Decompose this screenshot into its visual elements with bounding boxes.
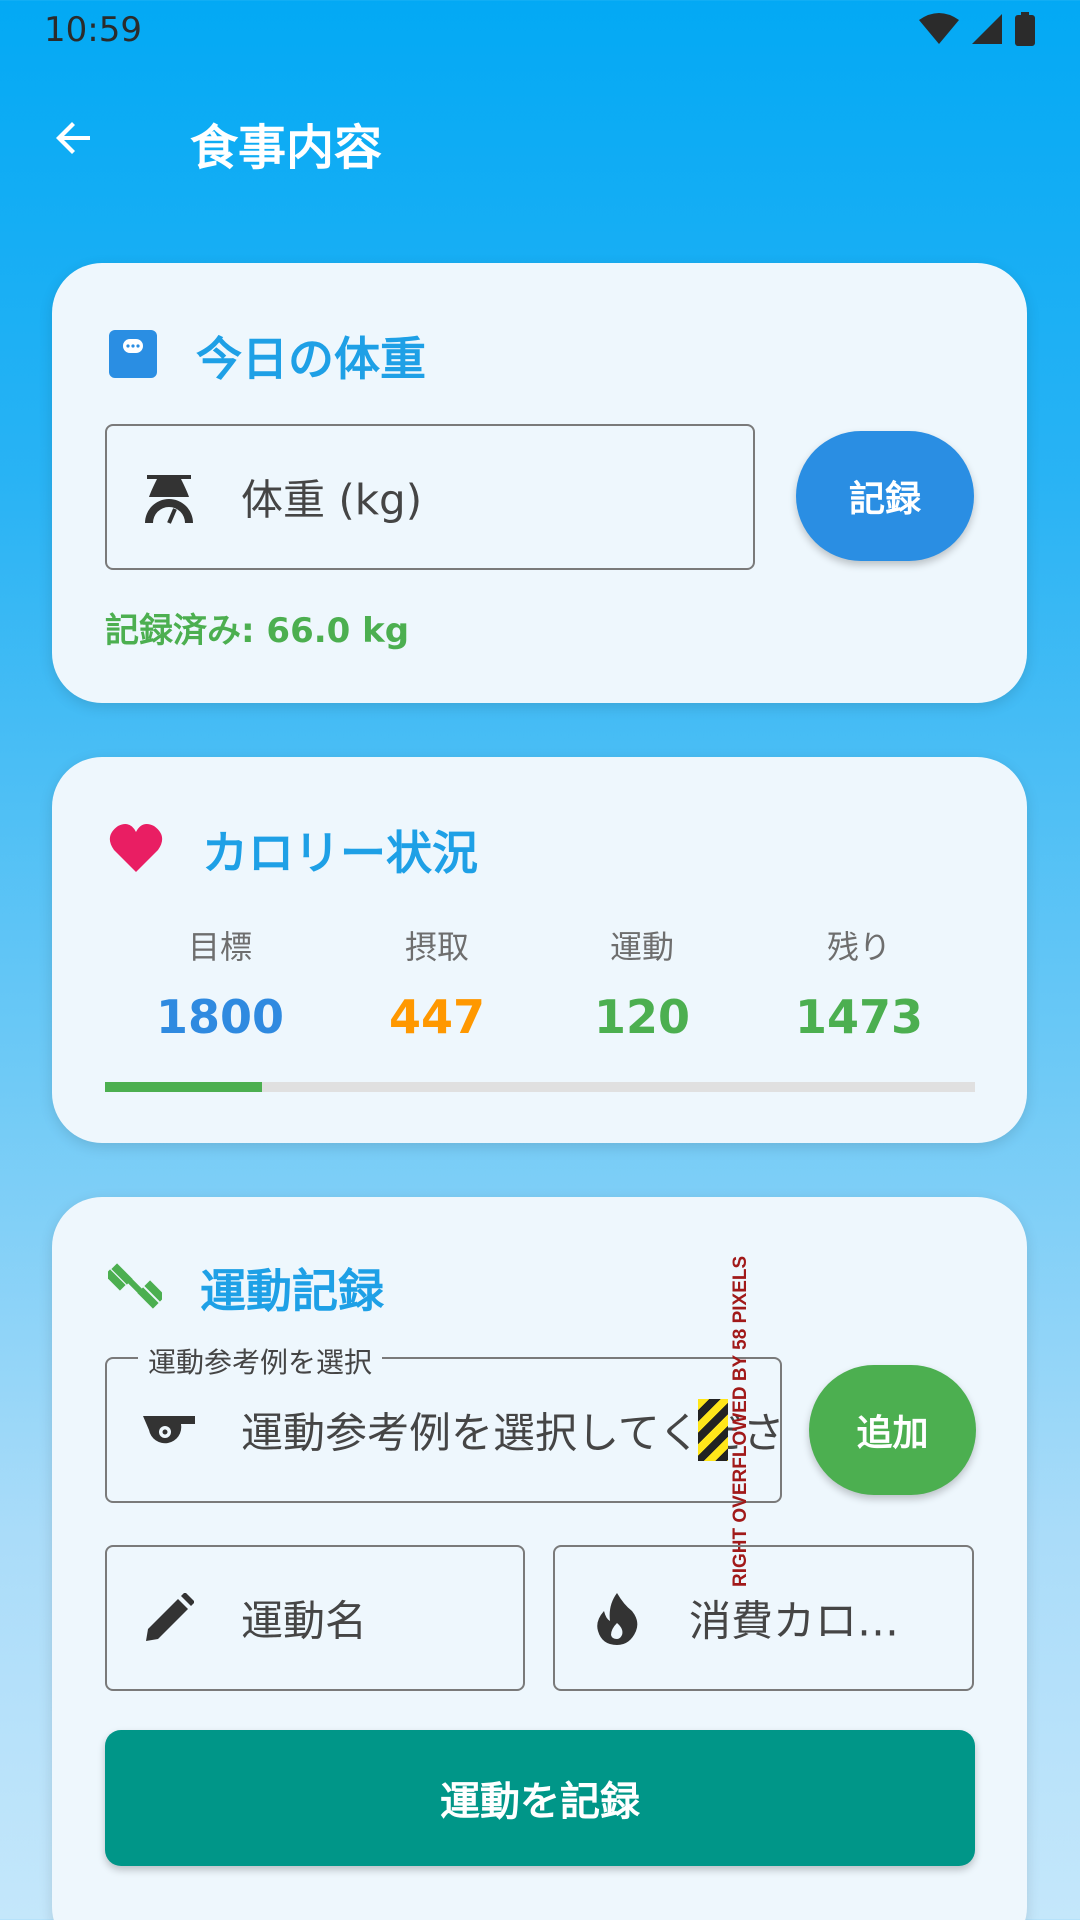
stat-value: 1473 xyxy=(794,990,924,1044)
calories-burned-placeholder: 消費カロ… xyxy=(689,1596,900,1646)
record-exercise-button[interactable]: 運動を記録 xyxy=(105,1730,975,1866)
exercise-preset-label: 運動参考例を選択 xyxy=(138,1341,383,1381)
exercise-card: 運動記録 運動参考例を選択してください 運動参考例を選択 RIGHT OVERF… xyxy=(52,1197,1027,1920)
stat-exercise: 運動 120 xyxy=(542,922,742,1044)
stat-label: 残り xyxy=(826,928,891,966)
calorie-progress-fill xyxy=(105,1082,262,1092)
calories-burned-field[interactable]: 消費カロ… xyxy=(553,1545,974,1691)
exercise-name-field[interactable]: 運動名 xyxy=(105,1545,525,1691)
whistle-icon xyxy=(141,1402,197,1458)
overflow-warning-stripe xyxy=(698,1399,728,1461)
scale-icon xyxy=(108,329,158,383)
status-time: 10:59 xyxy=(44,10,142,50)
overflow-warning-text: RIGHT OVERFLOWED BY 58 PIXELS xyxy=(730,1255,751,1587)
back-arrow-icon xyxy=(50,114,98,166)
pencil-icon xyxy=(141,1590,197,1646)
app-bar: 食事内容 xyxy=(0,80,1080,200)
page-title: 食事内容 xyxy=(190,120,383,176)
add-exercise-button[interactable]: 追加 xyxy=(809,1365,976,1495)
record-weight-button[interactable]: 記録 xyxy=(796,431,974,561)
weight-input[interactable]: 体重 (kg) xyxy=(105,424,755,570)
weight-input-placeholder: 体重 (kg) xyxy=(241,475,423,525)
stat-intake: 摂取 447 xyxy=(337,922,537,1044)
calorie-card-title: カロリー状況 xyxy=(202,826,478,880)
exercise-card-title: 運動記録 xyxy=(200,1264,384,1318)
exercise-card-header: 運動記録 xyxy=(104,1255,384,1321)
heart-icon xyxy=(108,822,164,878)
back-button[interactable] xyxy=(40,106,108,174)
stat-remaining: 残り 1473 xyxy=(759,922,959,1044)
stat-label: 目標 xyxy=(187,928,252,966)
scale-icon xyxy=(141,469,197,525)
flame-icon xyxy=(589,1590,645,1646)
stat-value: 447 xyxy=(388,990,486,1044)
stat-label: 運動 xyxy=(609,928,674,966)
stat-value: 120 xyxy=(593,990,691,1044)
weight-card: 今日の体重 体重 (kg) 記録 記録済み: 66.0 kg xyxy=(52,263,1027,703)
calorie-card: カロリー状況 目標 1800 摂取 447 運動 120 残り 1473 xyxy=(52,757,1027,1143)
weight-recorded-text: 記録済み: 66.0 kg xyxy=(105,611,410,651)
weight-card-header: 今日の体重 xyxy=(108,323,426,389)
status-bar: 10:59 xyxy=(0,0,1080,60)
status-icons xyxy=(918,12,1036,50)
stat-value: 1800 xyxy=(155,990,285,1044)
wifi-icon xyxy=(918,12,960,50)
stat-goal: 目標 1800 xyxy=(120,922,320,1044)
battery-icon xyxy=(1014,12,1036,50)
calorie-progress-track xyxy=(105,1082,975,1092)
signal-icon xyxy=(970,12,1004,50)
weight-card-title: 今日の体重 xyxy=(196,332,426,386)
stat-label: 摂取 xyxy=(404,928,469,966)
dumbbell-icon xyxy=(104,1259,166,1317)
calorie-card-header: カロリー状況 xyxy=(108,817,478,883)
exercise-name-placeholder: 運動名 xyxy=(241,1596,368,1646)
